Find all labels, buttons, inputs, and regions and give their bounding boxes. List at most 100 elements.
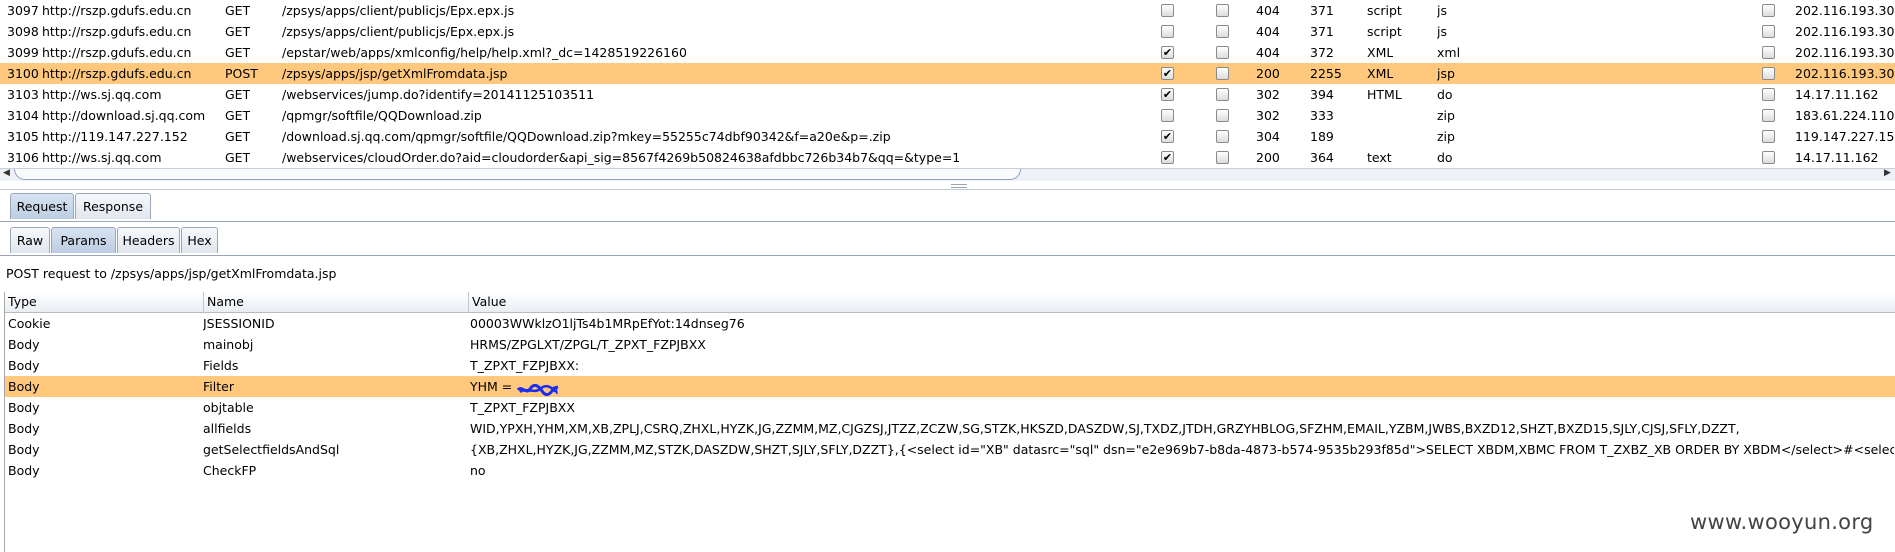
history-cell-host: http://rszp.gdufs.edu.cn: [42, 45, 192, 60]
param-type: Body: [8, 379, 40, 394]
edited-checkbox[interactable]: [1216, 25, 1229, 38]
history-cell-id: 3104: [7, 108, 39, 123]
tab-request[interactable]: Request: [10, 193, 74, 219]
param-row[interactable]: Body CheckFP no: [5, 460, 1895, 481]
history-cell-id: 3105: [7, 129, 39, 144]
param-value-cell: WID,YPXH,YHM,XM,XB,ZPLJ,CSRQ,ZHXL,HYZK,J…: [470, 418, 1894, 439]
history-cell-method: GET: [225, 24, 251, 39]
param-name-cell: getSelectfieldsAndSql: [203, 439, 339, 460]
param-name: getSelectfieldsAndSql: [203, 442, 340, 457]
history-cell-extension: js: [1437, 3, 1447, 18]
history-row[interactable]: 3103 http://ws.sj.qq.com GET/webservices/j…: [0, 84, 1895, 105]
edited-checkbox[interactable]: [1216, 4, 1229, 17]
params-table-header: Type Name Value: [5, 292, 1895, 313]
ssl-checkbox[interactable]: [1762, 25, 1775, 38]
params-checkbox[interactable]: ✔: [1161, 88, 1174, 101]
edited-checkbox[interactable]: [1216, 109, 1229, 122]
column-header-type[interactable]: Type: [5, 292, 202, 312]
history-cell-mime: XML: [1367, 66, 1394, 81]
left-arrow-icon[interactable]: ◀: [3, 168, 10, 178]
param-row[interactable]: Body getSelectfieldsAndSql {XB,ZHXL,HYZK,J…: [5, 439, 1895, 460]
history-cell-method: GET: [225, 129, 251, 144]
splitter-grip-icon[interactable]: [951, 184, 967, 188]
edited-checkbox[interactable]: [1216, 46, 1229, 59]
history-cell-method: GET: [225, 87, 251, 102]
param-name-cell: JSESSIONID: [203, 313, 275, 334]
ssl-checkbox[interactable]: [1762, 67, 1775, 80]
column-header-name[interactable]: Name: [203, 292, 469, 312]
tab-hex[interactable]: Hex: [181, 227, 218, 253]
history-cell-ip: 202.116.193.30: [1795, 3, 1895, 18]
history-cell-host: http://ws.sj.qq.com: [42, 150, 162, 165]
param-row[interactable]: Body Filter YHM =: [5, 376, 1895, 397]
history-cell-ip: 183.61.224.110: [1795, 108, 1895, 123]
edited-checkbox[interactable]: [1216, 130, 1229, 143]
edited-checkbox[interactable]: [1216, 88, 1229, 101]
history-row[interactable]: 3100 http://rszp.gdufs.edu.cn POST/zpsys/a…: [0, 63, 1895, 84]
params-checkbox[interactable]: ✔: [1161, 130, 1174, 143]
ssl-checkbox[interactable]: [1762, 151, 1775, 164]
param-type: Body: [8, 337, 40, 352]
param-row[interactable]: Body Fields T_ZPXT_FZPJBXX:: [5, 355, 1895, 376]
ssl-checkbox[interactable]: [1762, 109, 1775, 122]
history-cell-id: 3103: [7, 87, 39, 102]
history-cell-id: 3106: [7, 150, 39, 165]
pane-splitter[interactable]: [0, 181, 1895, 190]
history-cell-length: 371: [1310, 3, 1334, 18]
param-value-cell: no: [470, 460, 1894, 481]
tab-params[interactable]: Params: [51, 227, 116, 253]
history-horizontal-scrollbar[interactable]: ◀ ▶: [0, 168, 1895, 181]
history-row[interactable]: 3098 http://rszp.gdufs.edu.cn GET/zpsys/ap…: [0, 21, 1895, 42]
ssl-checkbox[interactable]: [1762, 4, 1775, 17]
history-cell-mime: script: [1367, 3, 1402, 18]
params-checkbox[interactable]: [1161, 109, 1174, 122]
tab-response[interactable]: Response: [75, 193, 151, 219]
param-name-cell: allfields: [203, 418, 251, 439]
history-row[interactable]: 3097 http://rszp.gdufs.edu.cn GET/zpsys/ap…: [0, 0, 1895, 21]
right-arrow-icon[interactable]: ▶: [1884, 168, 1891, 178]
history-row[interactable]: 3106 http://ws.sj.qq.com GET/webservices/c…: [0, 147, 1895, 168]
param-name-cell: Filter: [203, 376, 234, 397]
tab-headers[interactable]: Headers: [117, 227, 180, 253]
history-cell-ip: 14.17.11.162: [1795, 87, 1879, 102]
params-checkbox[interactable]: ✔: [1161, 46, 1174, 59]
column-header-value[interactable]: Value: [468, 292, 1892, 312]
param-value: no: [470, 463, 486, 478]
history-cell-host: http://rszp.gdufs.edu.cn: [42, 66, 192, 81]
edited-checkbox[interactable]: [1216, 67, 1229, 80]
tab-raw[interactable]: Raw: [10, 227, 50, 253]
scrollbar-thumb[interactable]: [14, 169, 1021, 180]
history-row[interactable]: 3105 http://119.147.227.152 GET/download.s…: [0, 126, 1895, 147]
history-cell-id: 3099: [7, 45, 39, 60]
history-cell-url: /zpsys/apps/client/publicjs/Epx.epx.js: [282, 3, 515, 18]
params-checkbox[interactable]: ✔: [1161, 151, 1174, 164]
param-row[interactable]: Body mainobj HRMS/ZPGLXT/ZPGL/T_ZPXT_FZPJB…: [5, 334, 1895, 355]
param-name: mainobj: [203, 337, 254, 352]
watermark: www.wooyun.org: [1690, 510, 1874, 534]
param-value-cell: 00003WWklzO1ljTs4b1MRpEfYot:14dnseg76: [470, 313, 1894, 334]
param-row[interactable]: Body allfields WID,YPXH,YHM,XM,XB,ZPLJ,CSR…: [5, 418, 1895, 439]
history-cell-url: /download.sj.qq.com/qpmgr/softfile/QQDow…: [282, 129, 891, 144]
history-cell-length: 2255: [1310, 66, 1342, 81]
params-checkbox[interactable]: [1161, 25, 1174, 38]
params-checkbox[interactable]: ✔: [1161, 67, 1174, 80]
ssl-checkbox[interactable]: [1762, 46, 1775, 59]
edited-checkbox[interactable]: [1216, 151, 1229, 164]
history-cell-length: 371: [1310, 24, 1334, 39]
param-type-cell: Body: [8, 418, 40, 439]
params-checkbox[interactable]: [1161, 4, 1174, 17]
history-row[interactable]: 3099 http://rszp.gdufs.edu.cn GET/epstar/w…: [0, 42, 1895, 63]
param-row[interactable]: Body objtable T_ZPXT_FZPJBXX: [5, 397, 1895, 418]
param-value-cell: HRMS/ZPGLXT/ZPGL/T_ZPXT_FZPJBXX: [470, 334, 1894, 355]
param-row[interactable]: Cookie JSESSIONID 00003WWklzO1ljTs4b1MRpEf…: [5, 313, 1895, 334]
history-row[interactable]: 3104 http://download.sj.qq.com GET/qpmgr/s…: [0, 105, 1895, 126]
ssl-checkbox[interactable]: [1762, 130, 1775, 143]
ssl-checkbox[interactable]: [1762, 88, 1775, 101]
history-cell-method: POST: [225, 66, 258, 81]
history-cell-status: 404: [1256, 24, 1280, 39]
history-cell-status: 302: [1256, 108, 1280, 123]
param-type-cell: Cookie: [8, 313, 50, 334]
param-type: Body: [8, 463, 40, 478]
history-cell-mime: script: [1367, 24, 1402, 39]
history-cell-host: http://rszp.gdufs.edu.cn: [42, 24, 192, 39]
